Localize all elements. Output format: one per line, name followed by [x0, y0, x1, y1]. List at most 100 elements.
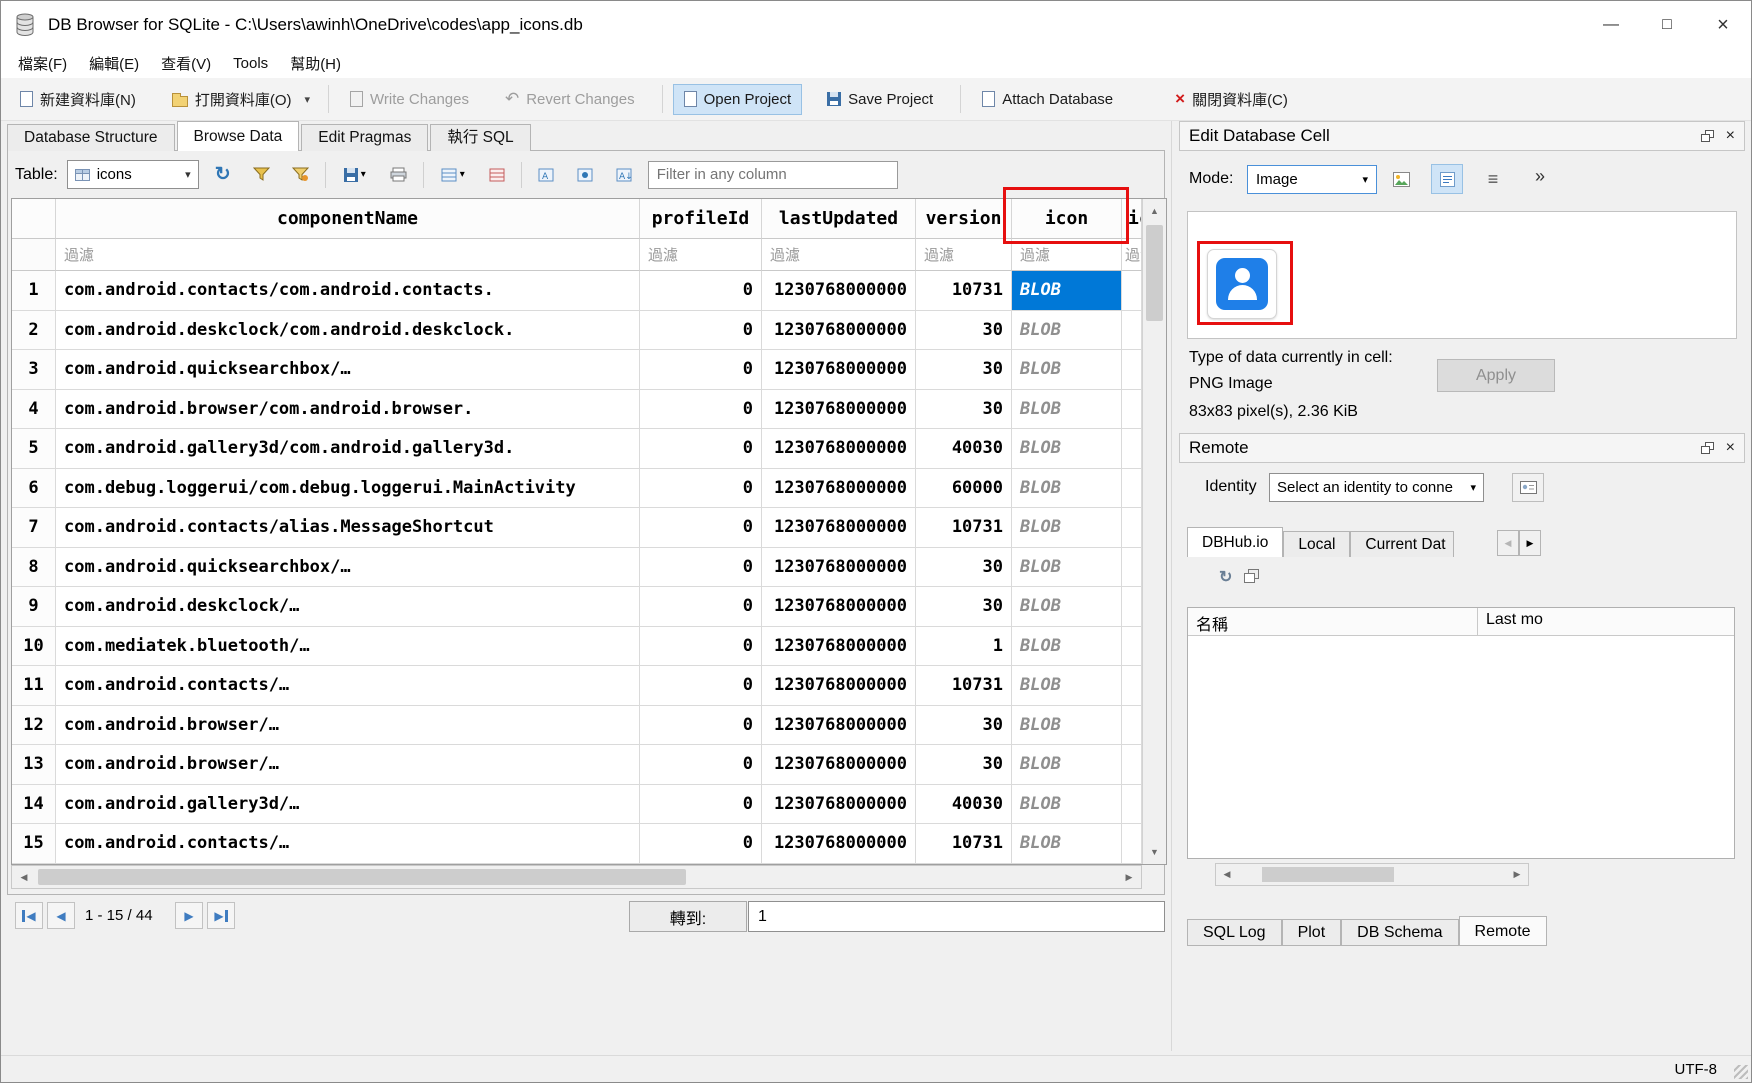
dock-tab-db-schema[interactable]: DB Schema — [1341, 919, 1458, 946]
record-tools-button[interactable] — [570, 160, 600, 190]
cell-lastupdated[interactable]: 1230768000000 — [762, 824, 916, 864]
row-number[interactable]: 4 — [12, 390, 56, 430]
cell-componentname[interactable]: com.android.browser/… — [56, 745, 640, 785]
text-mode-button[interactable] — [1431, 164, 1463, 194]
cell-truncated[interactable] — [1122, 666, 1142, 706]
first-record-button[interactable]: ◀ — [15, 902, 43, 929]
remote-tab-dbhub[interactable]: DBHub.io — [1187, 527, 1283, 557]
sort-az-button[interactable]: A↓ — [609, 160, 639, 190]
row-number[interactable]: 3 — [12, 350, 56, 390]
save-results-button[interactable]: ▾ — [335, 160, 375, 190]
cell-componentname[interactable]: com.android.browser/… — [56, 706, 640, 746]
mode-select[interactable]: Image ▾ — [1247, 165, 1377, 194]
cell-truncated[interactable] — [1122, 311, 1142, 351]
row-number[interactable]: 10 — [12, 627, 56, 667]
vertical-scrollbar[interactable]: ▲ ▼ — [1142, 199, 1166, 864]
cell-icon[interactable]: BLOB — [1012, 627, 1122, 667]
insert-record-button[interactable]: ▾ — [433, 160, 473, 190]
cell-profileid[interactable]: 0 — [640, 469, 762, 509]
cell-version[interactable]: 30 — [916, 587, 1012, 627]
global-filter-input[interactable] — [648, 161, 898, 189]
cell-truncated[interactable] — [1122, 508, 1142, 548]
cell-version[interactable]: 30 — [916, 390, 1012, 430]
cell-componentname[interactable]: com.android.contacts/com.android.contact… — [56, 271, 640, 311]
float-panel-icon[interactable] — [1701, 442, 1714, 454]
tab-scroll-left-icon[interactable]: ◀ — [1497, 530, 1519, 556]
new-database-button[interactable]: 新建資料庫(N) — [9, 82, 147, 117]
corner-header-cell[interactable] — [12, 199, 56, 239]
tab-edit-pragmas[interactable]: Edit Pragmas — [301, 124, 428, 151]
cell-lastupdated[interactable]: 1230768000000 — [762, 311, 916, 351]
cell-icon[interactable]: BLOB — [1012, 271, 1122, 311]
remote-horizontal-scrollbar[interactable]: ◀ ▶ — [1215, 863, 1529, 886]
goto-start-record-button[interactable]: A — [531, 160, 561, 190]
cell-truncated[interactable] — [1122, 785, 1142, 825]
last-record-button[interactable]: ▶ — [207, 902, 235, 929]
cell-icon[interactable]: BLOB — [1012, 548, 1122, 588]
table-select[interactable]: icons ▾ — [67, 160, 199, 189]
scroll-right-icon[interactable]: ▶ — [1506, 864, 1528, 885]
next-record-button[interactable]: ▶ — [175, 902, 203, 929]
maximize-button[interactable]: □ — [1639, 1, 1695, 49]
print-button[interactable] — [384, 160, 414, 190]
cell-profileid[interactable]: 0 — [640, 390, 762, 430]
dock-splitter[interactable] — [1171, 121, 1172, 1051]
column-header-version[interactable]: version — [916, 199, 1012, 239]
row-number[interactable]: 9 — [12, 587, 56, 627]
import-export-button[interactable] — [1385, 164, 1417, 194]
cell-version[interactable]: 10731 — [916, 271, 1012, 311]
scroll-right-icon[interactable]: ▶ — [1117, 866, 1141, 888]
open-database-button[interactable]: 打開資料庫(O) — [161, 82, 303, 117]
cell-truncated[interactable] — [1122, 587, 1142, 627]
cell-version[interactable]: 10731 — [916, 666, 1012, 706]
previous-record-button[interactable]: ◀ — [47, 902, 75, 929]
menu-edit[interactable]: 編輯(E) — [78, 49, 150, 78]
row-number[interactable]: 5 — [12, 429, 56, 469]
horizontal-scrollbar[interactable]: ◀ ▶ — [11, 865, 1142, 889]
cell-profileid[interactable]: 0 — [640, 627, 762, 667]
open-project-button[interactable]: Open Project — [673, 84, 803, 115]
dock-tab-plot[interactable]: Plot — [1282, 919, 1342, 946]
column-header-profileid[interactable]: profileId — [640, 199, 762, 239]
filter-truncated[interactable]: 過濾 — [1122, 239, 1142, 271]
remote-modified-header[interactable]: Last mo — [1478, 608, 1734, 635]
vertical-scroll-thumb[interactable] — [1146, 225, 1163, 321]
cell-version[interactable]: 40030 — [916, 429, 1012, 469]
cell-profileid[interactable]: 0 — [640, 350, 762, 390]
cell-version[interactable]: 30 — [916, 311, 1012, 351]
scroll-down-icon[interactable]: ▼ — [1143, 840, 1166, 864]
cell-truncated[interactable] — [1122, 271, 1142, 311]
cell-componentname[interactable]: com.android.deskclock/com.android.deskcl… — [56, 311, 640, 351]
cell-lastupdated[interactable]: 1230768000000 — [762, 666, 916, 706]
row-number[interactable]: 15 — [12, 824, 56, 864]
cell-icon[interactable]: BLOB — [1012, 390, 1122, 430]
filter-icon[interactable]: 過濾 — [1012, 239, 1122, 271]
close-panel-icon[interactable]: × — [1726, 127, 1735, 145]
toolbar-overflow-icon[interactable]: » — [1535, 166, 1545, 187]
delete-record-button[interactable] — [482, 160, 512, 190]
cell-componentname[interactable]: com.android.contacts/… — [56, 666, 640, 706]
refresh-button[interactable]: ↻ — [208, 160, 238, 190]
filter-componentname[interactable]: 過濾 — [56, 239, 640, 271]
attach-database-button[interactable]: Attach Database — [971, 84, 1124, 115]
cell-lastupdated[interactable]: 1230768000000 — [762, 469, 916, 509]
save-project-button[interactable]: Save Project — [816, 84, 944, 115]
cell-truncated[interactable] — [1122, 745, 1142, 785]
cell-version[interactable]: 10731 — [916, 508, 1012, 548]
remote-refresh-icon[interactable]: ↻ — [1219, 567, 1232, 587]
cell-truncated[interactable] — [1122, 706, 1142, 746]
cell-icon[interactable]: BLOB — [1012, 350, 1122, 390]
cell-profileid[interactable]: 0 — [640, 666, 762, 706]
word-wrap-button[interactable]: ≡ — [1477, 164, 1509, 194]
column-header-lastupdated[interactable]: lastUpdated — [762, 199, 916, 239]
cell-profileid[interactable]: 0 — [640, 311, 762, 351]
resize-grip[interactable] — [1734, 1065, 1748, 1079]
cell-componentname[interactable]: com.android.contacts/… — [56, 824, 640, 864]
cell-profileid[interactable]: 0 — [640, 429, 762, 469]
cell-icon[interactable]: BLOB — [1012, 469, 1122, 509]
tab-scroll-right-icon[interactable]: ▶ — [1519, 530, 1541, 556]
cell-profileid[interactable]: 0 — [640, 706, 762, 746]
cell-lastupdated[interactable]: 1230768000000 — [762, 627, 916, 667]
cell-lastupdated[interactable]: 1230768000000 — [762, 508, 916, 548]
row-number[interactable]: 7 — [12, 508, 56, 548]
